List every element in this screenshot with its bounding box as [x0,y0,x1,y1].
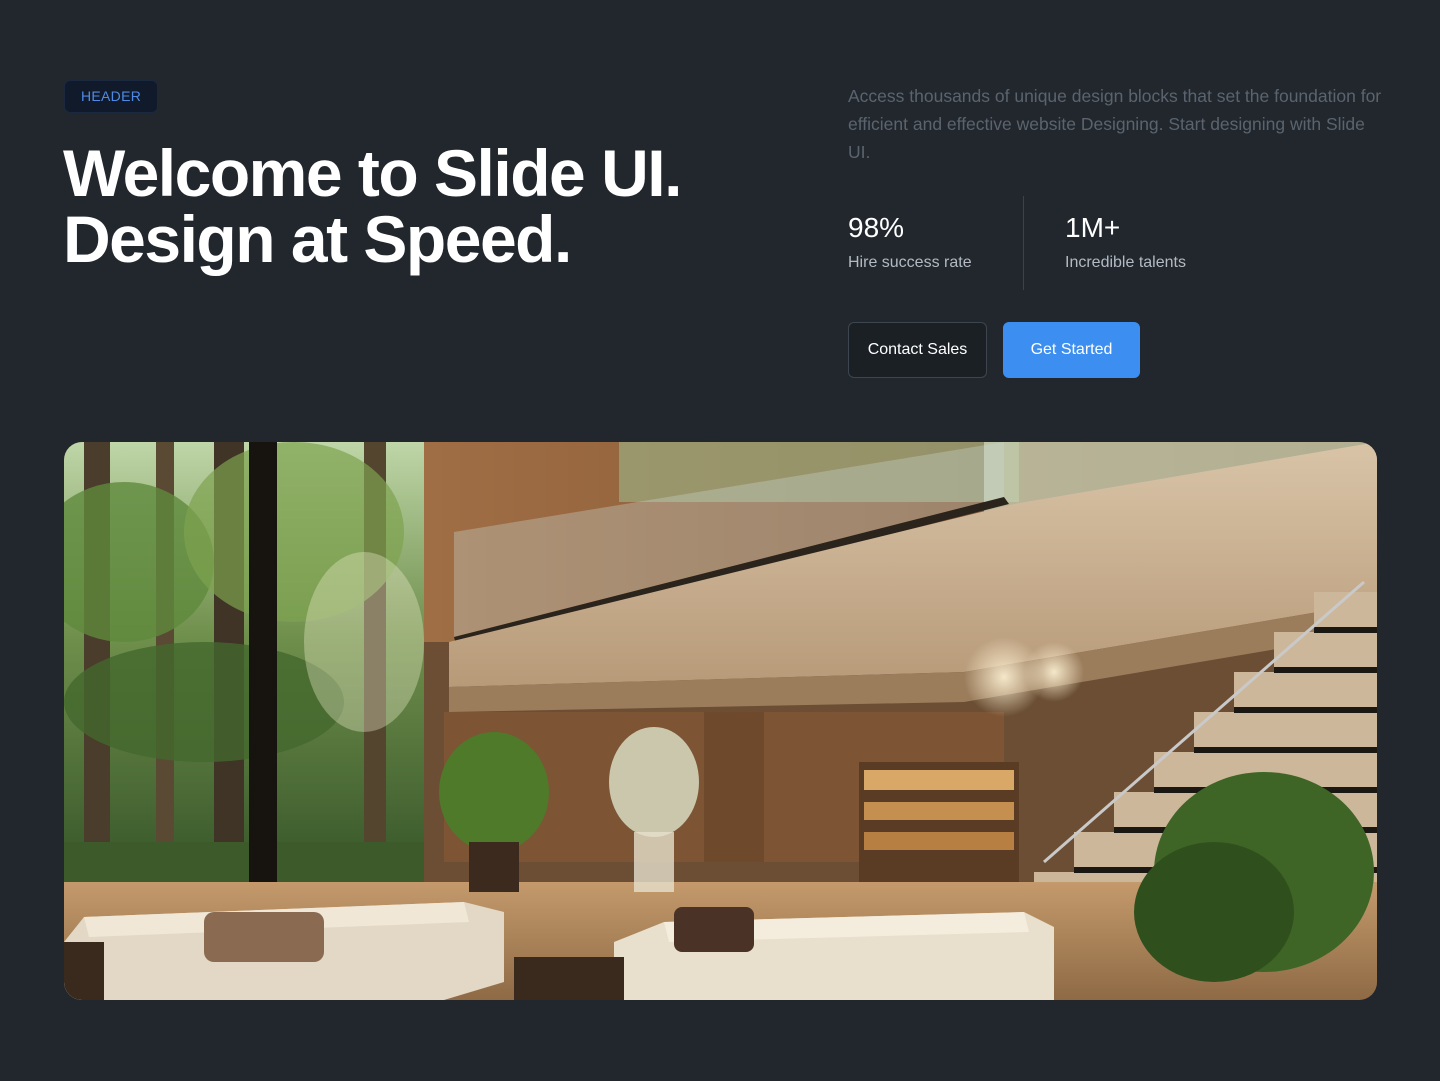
stat-label: Incredible talents [1065,254,1186,271]
get-started-button[interactable]: Get Started [1003,322,1140,378]
stat-success-rate: 98% Hire success rate [848,196,1023,290]
interior-illustration [64,442,1377,1000]
stat-label: Hire success rate [848,254,972,271]
stat-talents: 1M+ Incredible talents [1024,196,1186,290]
page: HEADER Welcome to Slide UI. Design at Sp… [0,0,1440,1081]
headline-line-1: Welcome to Slide UI. [63,136,682,210]
hero-image [64,442,1377,1000]
headline-line-2: Design at Speed. [63,202,572,276]
intro-description: Access thousands of unique design blocks… [848,86,1382,162]
contact-sales-button[interactable]: Contact Sales [848,322,987,378]
page-headline: Welcome to Slide UI. Design at Speed. [63,140,783,272]
stats-row: 98% Hire success rate 1M+ Incredible tal… [848,196,1186,290]
stat-value: 98% [848,212,905,243]
stat-value: 1M+ [1065,212,1121,243]
header-badge: HEADER [64,80,159,113]
